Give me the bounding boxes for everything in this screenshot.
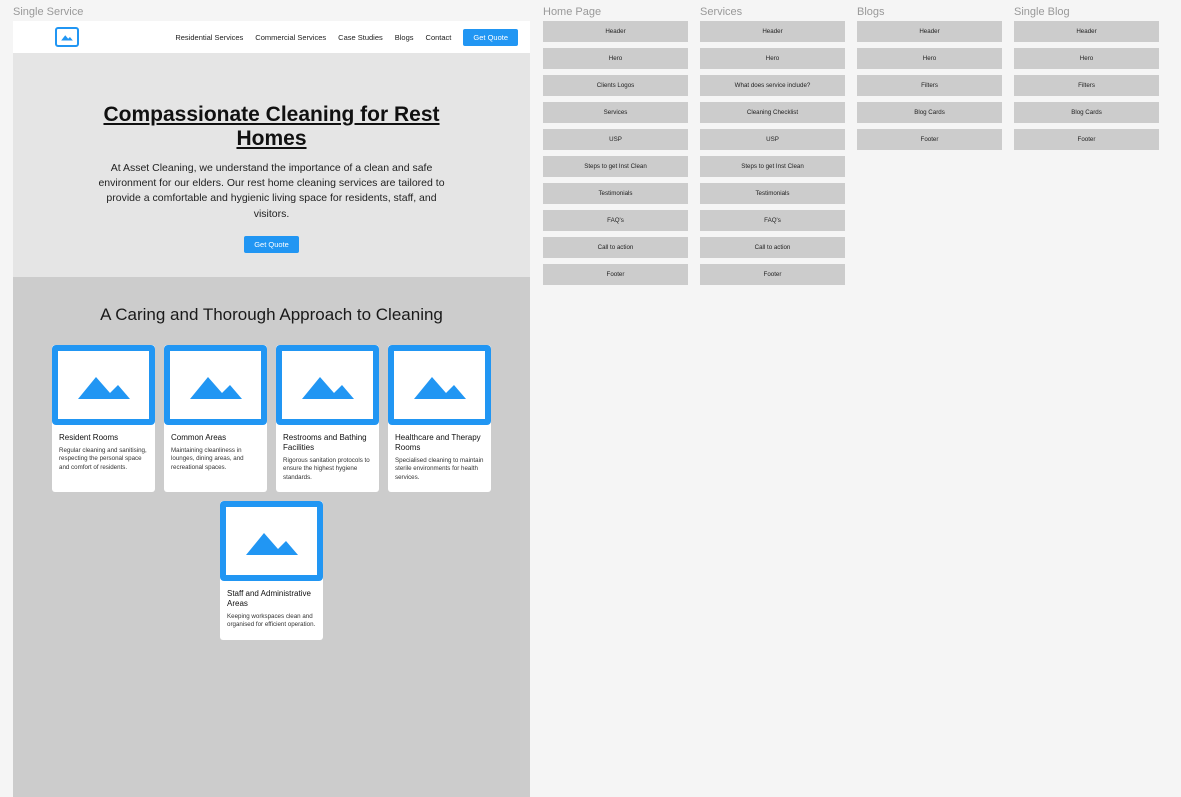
wireframe-block[interactable]: Testimonials <box>543 183 688 204</box>
card-image <box>276 345 379 425</box>
card-desc: Specialised cleaning to maintain sterile… <box>395 457 484 482</box>
frame-blogs: Blogs Header Hero Filters Blog Cards Footer <box>857 6 1002 150</box>
wireframe-block[interactable]: Header <box>1014 21 1159 42</box>
image-icon <box>410 367 470 403</box>
wireframe-block[interactable]: Footer <box>1014 129 1159 150</box>
frame-label: Single Blog <box>1014 6 1159 18</box>
nav-link[interactable]: Commercial Services <box>255 33 326 42</box>
wireframe-block[interactable]: USP <box>543 129 688 150</box>
card-desc: Maintaining cleanliness in lounges, dini… <box>171 447 260 472</box>
card-title: Common Areas <box>171 433 260 443</box>
hero-title: Compassionate Cleaning for Rest Homes <box>73 103 470 151</box>
image-icon <box>60 32 74 42</box>
card-image <box>388 345 491 425</box>
image-icon <box>74 367 134 403</box>
card-desc: Regular cleaning and sanitising, respect… <box>59 447 148 472</box>
wireframe-block[interactable]: Footer <box>700 264 845 285</box>
wireframe-block[interactable]: USP <box>700 129 845 150</box>
image-icon <box>298 367 358 403</box>
hero-cta-button[interactable]: Get Quote <box>244 236 299 253</box>
service-card[interactable]: Healthcare and Therapy Rooms Specialised… <box>388 345 491 492</box>
wireframe-block[interactable]: Header <box>700 21 845 42</box>
service-card[interactable]: Common Areas Maintaining cleanliness in … <box>164 345 267 492</box>
wireframe-block[interactable]: Hero <box>1014 48 1159 69</box>
image-icon <box>242 523 302 559</box>
wireframe-block[interactable]: Hero <box>543 48 688 69</box>
card-title: Staff and Administrative Areas <box>227 589 316 609</box>
wireframe-block[interactable]: Blog Cards <box>1014 102 1159 123</box>
get-quote-button[interactable]: Get Quote <box>463 29 518 46</box>
card-image <box>164 345 267 425</box>
wireframe-block[interactable]: Blog Cards <box>857 102 1002 123</box>
wireframe-block[interactable]: What does service include? <box>700 75 845 96</box>
wireframe-block[interactable]: Header <box>857 21 1002 42</box>
service-card[interactable]: Resident Rooms Regular cleaning and sani… <box>52 345 155 492</box>
logo[interactable] <box>55 27 79 47</box>
hero-section: Compassionate Cleaning for Rest Homes At… <box>13 53 530 277</box>
card-title: Restrooms and Bathing Facilities <box>283 433 372 453</box>
wireframe-block[interactable]: Header <box>543 21 688 42</box>
wireframe-block[interactable]: Hero <box>700 48 845 69</box>
wireframe-block[interactable]: Services <box>543 102 688 123</box>
wireframe-block[interactable]: Filters <box>857 75 1002 96</box>
frame-label: Blogs <box>857 6 1002 18</box>
card-desc: Rigorous sanitation protocols to ensure … <box>283 457 372 482</box>
nav-link[interactable]: Residential Services <box>175 33 243 42</box>
frame-single-service: Single Service Residential Services Comm… <box>13 6 530 797</box>
wireframe-block[interactable]: FAQ's <box>700 210 845 231</box>
nav-link[interactable]: Contact <box>426 33 452 42</box>
frame-services: Services Header Hero What does service inc… <box>700 6 845 285</box>
frame-label: Single Service <box>13 6 530 18</box>
section-heading: A Caring and Thorough Approach to Cleani… <box>39 305 504 325</box>
navbar: Residential Services Commercial Services… <box>13 21 530 53</box>
wireframe-block[interactable]: Footer <box>543 264 688 285</box>
wireframe-block[interactable]: FAQ's <box>543 210 688 231</box>
wireframe-block[interactable]: Steps to get Inst Clean <box>543 156 688 177</box>
card-image <box>52 345 155 425</box>
stack-single-blog: Header Hero Filters Blog Cards Footer <box>1014 21 1159 150</box>
frame-single-blog: Single Blog Header Hero Filters Blog Cards F… <box>1014 6 1159 150</box>
wireframe-block[interactable]: Cleaning Checklist <box>700 102 845 123</box>
wireframe-block[interactable]: Footer <box>857 129 1002 150</box>
wireframe-block[interactable]: Hero <box>857 48 1002 69</box>
approach-section: A Caring and Thorough Approach to Cleani… <box>13 277 530 797</box>
wireframe-block[interactable]: Filters <box>1014 75 1159 96</box>
frame-label: Services <box>700 6 845 18</box>
service-card[interactable]: Restrooms and Bathing Facilities Rigorou… <box>276 345 379 492</box>
cards-container: Resident Rooms Regular cleaning and sani… <box>39 345 504 640</box>
card-title: Resident Rooms <box>59 433 148 443</box>
frame-label: Home Page <box>543 6 688 18</box>
card-image <box>220 501 323 581</box>
nav-link[interactable]: Case Studies <box>338 33 383 42</box>
card-title: Healthcare and Therapy Rooms <box>395 433 484 453</box>
wireframe-block[interactable]: Steps to get Inst Clean <box>700 156 845 177</box>
wireframe-block[interactable]: Clients Logos <box>543 75 688 96</box>
hero-body: At Asset Cleaning, we understand the imp… <box>92 161 452 222</box>
stack-blogs: Header Hero Filters Blog Cards Footer <box>857 21 1002 150</box>
nav-link[interactable]: Blogs <box>395 33 414 42</box>
image-icon <box>186 367 246 403</box>
frame-home-page: Home Page Header Hero Clients Logos Service… <box>543 6 688 285</box>
wireframe-block[interactable]: Testimonials <box>700 183 845 204</box>
wireframe-block[interactable]: Call to action <box>543 237 688 258</box>
stack-home: Header Hero Clients Logos Services USP Steps … <box>543 21 688 285</box>
stack-services: Header Hero What does service include? Clea… <box>700 21 845 285</box>
card-desc: Keeping workspaces clean and organised f… <box>227 613 316 630</box>
nav-links: Residential Services Commercial Services… <box>175 33 451 42</box>
service-card[interactable]: Staff and Administrative Areas Keeping w… <box>220 501 323 640</box>
wireframe-block[interactable]: Call to action <box>700 237 845 258</box>
